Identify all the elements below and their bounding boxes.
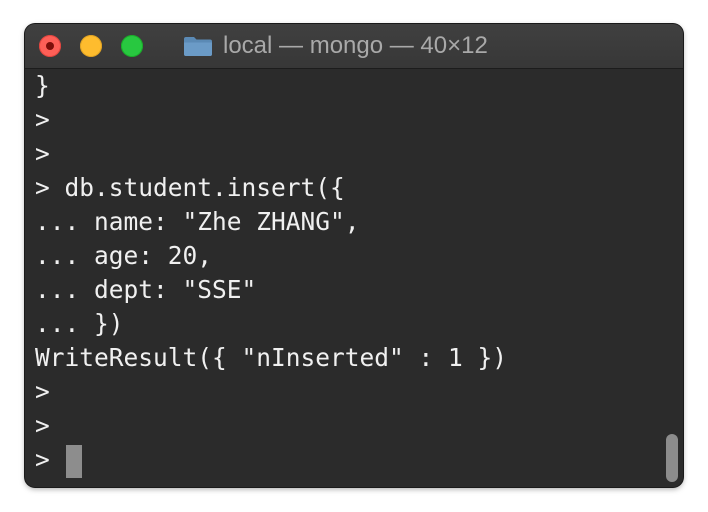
title-bar[interactable]: local — mongo — 40×12 [25, 24, 683, 69]
minimize-button[interactable] [80, 35, 102, 57]
terminal-line: > [35, 411, 50, 440]
terminal-output[interactable]: } > > > db.student.insert({ ... name: "Z… [25, 69, 683, 487]
terminal-window: local — mongo — 40×12 } > > > db.student… [25, 24, 683, 487]
terminal-line: ... age: 20, [35, 241, 213, 270]
terminal-line: > db.student.insert({ [35, 173, 345, 202]
close-icon [46, 42, 54, 50]
folder-icon [184, 37, 212, 56]
terminal-line: WriteResult({ "nInserted" : 1 }) [35, 343, 508, 372]
terminal-line: } [35, 71, 50, 100]
terminal-line: > [35, 105, 50, 134]
terminal-prompt-line: > [35, 445, 50, 474]
close-button[interactable] [39, 35, 61, 57]
window-title: local — mongo — 40×12 [223, 32, 488, 59]
terminal-line: > [35, 139, 50, 168]
terminal-line: > [35, 377, 50, 406]
vertical-scrollbar[interactable] [666, 434, 678, 482]
terminal-line: ... dept: "SSE" [35, 275, 257, 304]
window-title-group: local — mongo — 40×12 [183, 24, 488, 68]
terminal-line: ... name: "Zhe ZHANG", [35, 207, 360, 236]
zoom-button[interactable] [121, 35, 143, 57]
terminal-line: ... }) [35, 309, 124, 338]
text-cursor [66, 445, 82, 478]
